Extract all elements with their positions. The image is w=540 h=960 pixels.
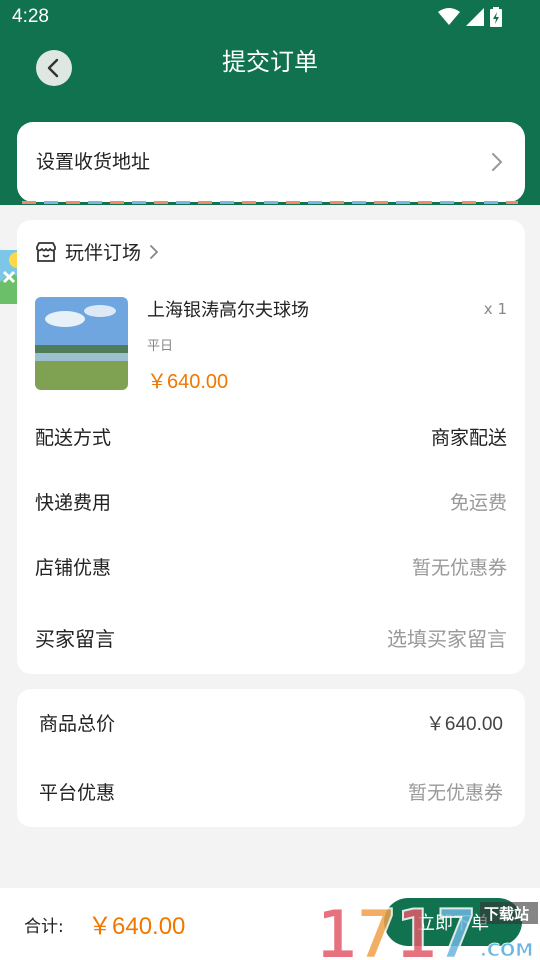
status-bar: 4:28 [0,0,540,36]
store-discount-row[interactable]: 店铺优惠 暂无优惠券 [35,553,507,580]
row-value: ￥640.00 [425,714,503,735]
row-value: 暂无优惠券 [411,557,507,579]
svg-text:下载站: 下载站 [484,905,529,923]
address-label: 设置收货地址 [36,151,151,173]
svg-text:1: 1 [396,896,437,960]
shop-name: 玩伴订场 [65,242,142,264]
product-image [35,297,128,390]
battery-icon [490,7,502,27]
shop-row[interactable]: 玩伴订场 [35,238,159,265]
order-card: 玩伴订场 上海银涛高尔夫球场 x 1 平日 ￥640.00 配送方式 商家配送 … [17,220,525,674]
chevron-right-icon [150,244,159,259]
store-icon [36,241,56,262]
buyer-message-row[interactable]: 买家留言 选填买家留言 [35,623,507,652]
row-label: 商品总价 [39,713,116,735]
chevron-right-icon [492,153,503,171]
svg-text:1: 1 [316,896,357,960]
row-label: 店铺优惠 [35,557,112,579]
product-name: 上海银涛高尔夫球场 [147,300,309,321]
row-value: 暂无优惠券 [407,782,503,804]
platform-discount-row[interactable]: 平台优惠 暂无优惠券 [39,778,503,805]
total-value: ￥640.00 [88,913,186,940]
row-label: 买家留言 [35,627,115,651]
delivery-method-row[interactable]: 配送方式 商家配送 [35,423,507,450]
status-icons [438,7,502,27]
product-price: ￥640.00 [147,371,229,393]
svg-text:7: 7 [356,896,397,960]
svg-text:.COM: .COM [480,940,533,960]
product-quantity: x 1 [483,300,507,318]
summary-card: 商品总价 ￥640.00 平台优惠 暂无优惠券 [17,689,525,827]
watermark-logo: 1 7 1 7 下载站 .COM [316,896,538,960]
page-title: 提交订单 [222,48,318,76]
status-time: 4:28 [12,6,49,27]
svg-text:7: 7 [436,896,477,960]
row-value: 商家配送 [430,427,507,449]
row-value: 免运费 [449,492,507,514]
buyer-message-input[interactable]: 选填买家留言 [387,623,507,652]
row-label: 快递费用 [35,492,112,514]
row-label: 配送方式 [35,427,112,449]
product-spec: 平日 [147,339,174,354]
address-card[interactable]: 设置收货地址 [17,122,525,202]
wifi-icon [438,8,460,25]
shipping-fee-row: 快递费用 免运费 [35,488,507,515]
row-label: 平台优惠 [39,782,116,804]
address-stripe-divider [22,201,518,204]
total-label: 合计: [24,917,64,937]
subtotal-row: 商品总价 ￥640.00 [39,709,503,736]
signal-icon [466,8,484,26]
